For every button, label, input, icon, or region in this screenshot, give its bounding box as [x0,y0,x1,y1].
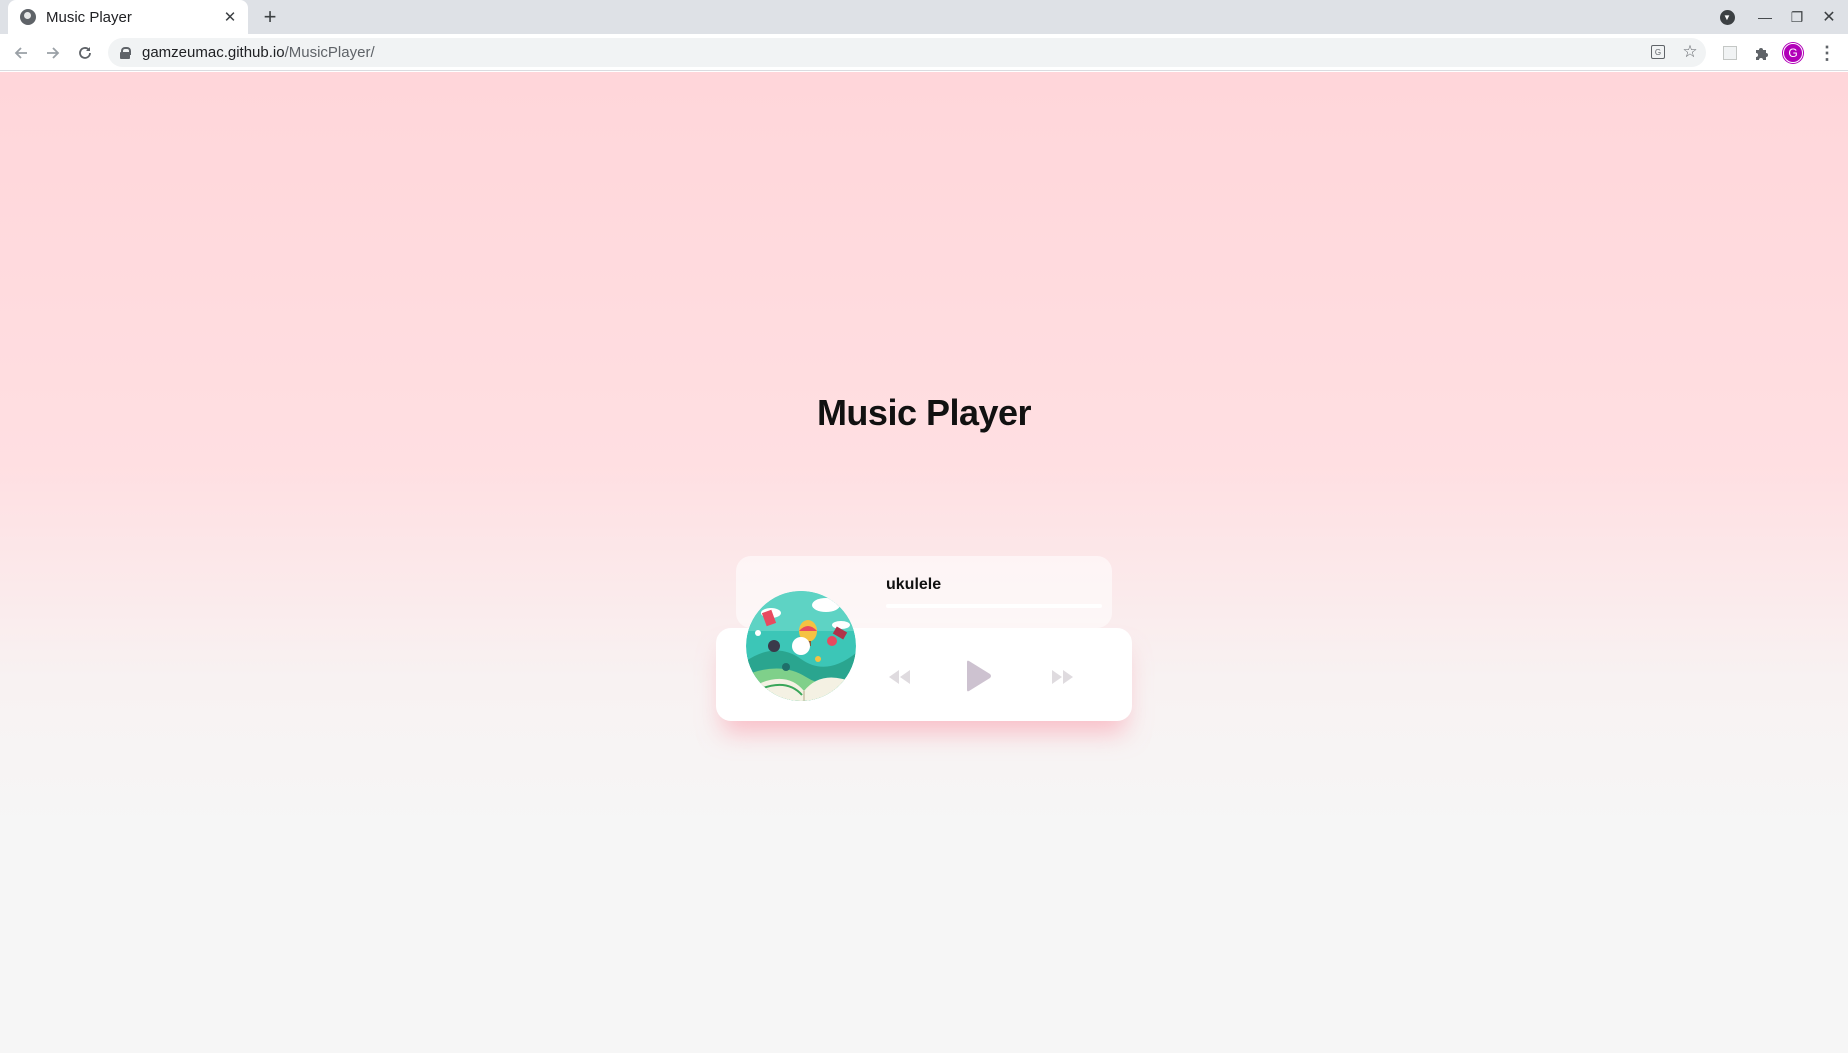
browser-tab-strip: Music Player ✕ + ▼ — ❐ ✕ [0,0,1848,34]
next-button[interactable] [1048,665,1078,689]
minimize-window-button[interactable]: — [1754,6,1776,28]
kebab-menu-icon: ⋮ [1818,42,1836,63]
chevron-down-icon: ▼ [1719,9,1735,25]
arrow-right-icon [47,47,60,59]
url-path: /MusicPlayer/ [284,44,375,61]
reload-icon [79,47,91,59]
translate-button[interactable]: G [1648,42,1668,62]
star-icon: ☆ [1682,42,1698,61]
arrow-left-icon [14,47,27,59]
disc-center-hole [792,637,810,655]
page-title: Music Player [816,392,1032,433]
forward-icon [1052,670,1073,684]
album-art-image [746,591,856,701]
url-host: gamzeumac.github.io [142,44,285,61]
extension-icon [1723,46,1737,60]
extension-button[interactable] [1718,41,1742,65]
avatar: G [1783,43,1803,63]
url-text[interactable]: gamzeumac.github.io/MusicPlayer/ [142,44,375,61]
prev-button[interactable] [884,665,914,689]
address-bar[interactable]: gamzeumac.github.io/MusicPlayer/ [108,38,1706,67]
browser-menu-button[interactable]: ⋮ [1815,41,1839,65]
restore-window-button[interactable]: ❐ [1786,6,1808,28]
tab-search-button[interactable]: ▼ [1716,6,1738,28]
puzzle-icon [1756,48,1768,60]
page-body: Music Player ukulele [0,72,1848,1053]
globe-icon [20,9,36,25]
backward-icon [889,670,910,684]
reload-button[interactable] [72,40,98,66]
progress-bar[interactable] [886,604,1102,608]
music-player: ukulele [716,556,1132,721]
extensions-button[interactable] [1750,41,1774,65]
translate-icon: G [1651,45,1665,59]
play-icon [967,660,991,692]
profile-button[interactable]: G [1781,41,1805,65]
close-tab-icon[interactable]: ✕ [220,7,240,27]
browser-toolbar: gamzeumac.github.io/MusicPlayer/ G ☆ G ⋮ [0,34,1848,71]
lock-icon[interactable] [120,46,131,59]
tab-title: Music Player [46,8,132,26]
play-button[interactable] [960,656,996,696]
album-cover [746,591,856,701]
close-window-button[interactable]: ✕ [1818,6,1840,28]
forward-button[interactable] [40,40,66,66]
browser-tab[interactable]: Music Player ✕ [8,0,248,34]
song-title: ukulele [886,576,942,593]
new-tab-button[interactable]: + [258,5,282,29]
bookmark-button[interactable]: ☆ [1680,42,1700,62]
back-button[interactable] [8,40,34,66]
